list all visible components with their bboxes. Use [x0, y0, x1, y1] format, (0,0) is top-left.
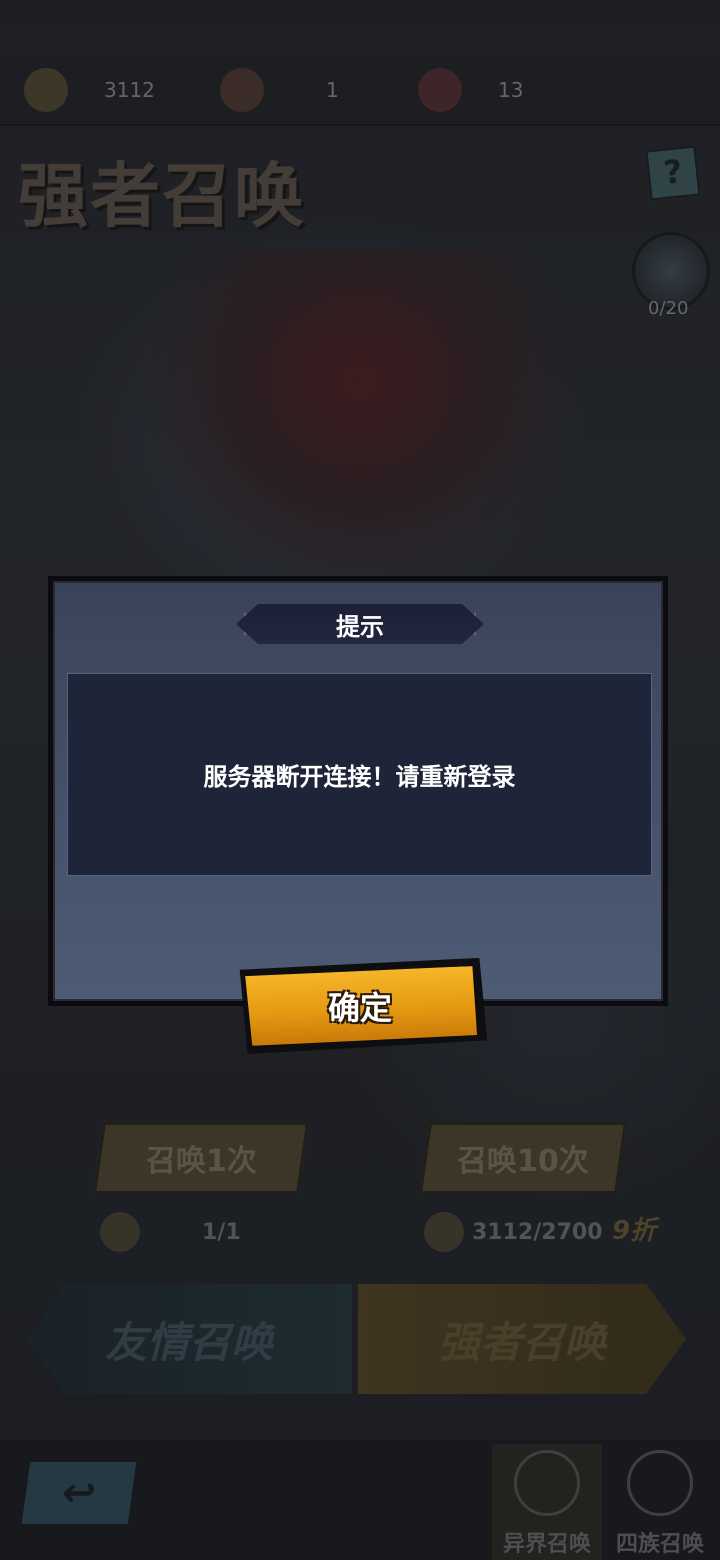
- dialog-title-bar: 提示: [236, 604, 484, 644]
- dialog-message: 服务器断开连接！请重新登录: [203, 763, 516, 791]
- dialog-message-box: 服务器断开连接！请重新登录: [67, 673, 652, 876]
- confirm-button-label: 确定: [327, 989, 392, 1028]
- dialog-title: 提示: [336, 612, 384, 641]
- confirm-button[interactable]: 确定: [243, 966, 477, 1046]
